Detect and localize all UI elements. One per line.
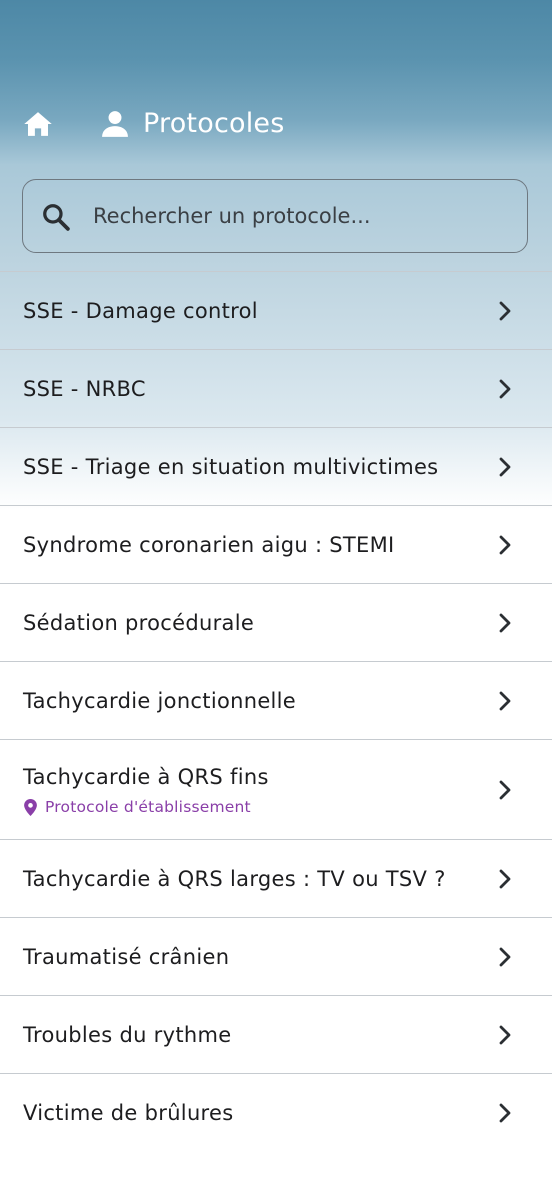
chevron-right-icon (499, 691, 511, 711)
search-input[interactable] (93, 180, 513, 252)
establishment-protocol-label: Protocole d'établissement (45, 798, 251, 816)
home-button[interactable] (20, 106, 56, 142)
person-icon (102, 111, 128, 137)
list-item-label: SSE - NRBC (23, 377, 146, 401)
chevron-right-icon (499, 869, 511, 889)
list-item[interactable]: Tachycardie jonctionnelle (0, 661, 552, 739)
list-item[interactable]: Troubles du rythme (0, 995, 552, 1073)
list-item[interactable]: SSE - NRBC (0, 349, 552, 427)
location-pin-icon (24, 798, 37, 816)
chevron-right-icon (499, 301, 511, 321)
list-item[interactable]: Tachycardie à QRS fins Protocole d'établ… (0, 739, 552, 839)
list-item-label: Syndrome coronarien aigu : STEMI (23, 533, 395, 557)
list-item-label: Victime de brûlures (23, 1101, 234, 1125)
chevron-right-icon (499, 379, 511, 399)
search-icon (43, 204, 70, 231)
chevron-right-icon (499, 1103, 511, 1123)
list-item-label: SSE - Triage en situation multivictimes (23, 455, 439, 479)
chevron-right-icon (499, 1025, 511, 1045)
list-item-label: Traumatisé crânien (23, 945, 230, 969)
list-item[interactable]: Sédation procédurale (0, 583, 552, 661)
list-item[interactable]: Traumatisé crânien (0, 917, 552, 995)
list-item-label: Tachycardie jonctionnelle (23, 689, 297, 713)
list-item-label: SSE - Damage control (23, 299, 258, 323)
chevron-right-icon (499, 535, 511, 555)
page-title: Protocoles (143, 108, 285, 139)
list-item[interactable]: SSE - Damage control (0, 271, 552, 349)
search-box[interactable] (22, 179, 528, 253)
list-item-label: Tachycardie à QRS fins (23, 765, 269, 789)
establishment-protocol-badge: Protocole d'établissement (24, 796, 251, 818)
profile-button[interactable] (100, 106, 130, 142)
list-item-label: Tachycardie à QRS larges : TV ou TSV ? (23, 867, 446, 891)
list-item[interactable]: SSE - Triage en situation multivictimes (0, 427, 552, 505)
chevron-right-icon (499, 457, 511, 477)
list-item-label: Troubles du rythme (23, 1023, 232, 1047)
protocols-screen: Protocoles SSE - Damage control SSE - NR… (0, 0, 552, 1200)
chevron-right-icon (499, 947, 511, 967)
list-item-label: Sédation procédurale (23, 611, 255, 635)
list-item[interactable]: Victime de brûlures (0, 1073, 552, 1151)
top-bar: Protocoles (0, 88, 552, 160)
protocol-list: SSE - Damage control SSE - NRBC SSE - Tr… (0, 271, 552, 1151)
list-item[interactable]: Syndrome coronarien aigu : STEMI (0, 505, 552, 583)
chevron-right-icon (499, 780, 511, 800)
list-item[interactable]: Tachycardie à QRS larges : TV ou TSV ? (0, 839, 552, 917)
home-icon (24, 112, 52, 136)
chevron-right-icon (499, 613, 511, 633)
